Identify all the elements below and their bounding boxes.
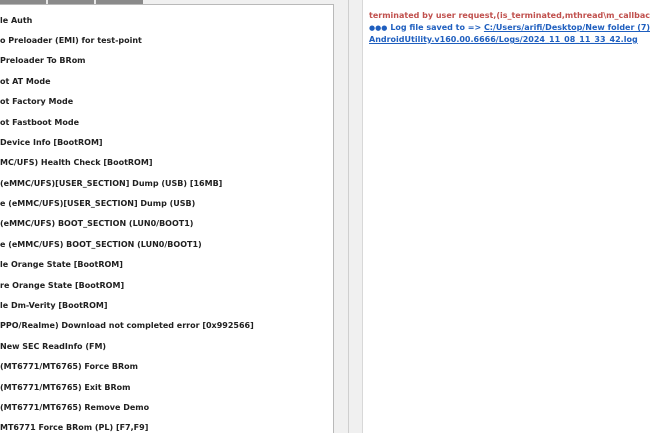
operation-item[interactable]: Device Info [BootROM]: [0, 135, 103, 151]
log-saved-label: Log file saved to =>: [390, 23, 484, 32]
operation-item[interactable]: le Dm-Verity [BootROM]: [0, 298, 108, 314]
log-output[interactable]: terminated by user request,(is_terminate…: [362, 0, 650, 433]
log-line-saved: ●●● Log file saved to => C:/Users/arifi/D…: [369, 22, 650, 34]
operation-item[interactable]: (MT6771/MT6765) Force BRom: [0, 359, 138, 375]
operation-item[interactable]: (eMMC/UFS)[USER_SECTION] Dump (USB) [16M…: [0, 176, 222, 192]
log-line-error: terminated by user request,(is_terminate…: [369, 11, 650, 20]
splitter-line: [348, 0, 349, 433]
operation-item[interactable]: (MT6771/MT6765) Remove Demo: [0, 400, 149, 416]
log-file-path-link[interactable]: C:/Users/arifi/Desktop/New folder (7)/: [484, 23, 650, 32]
operation-item[interactable]: ot Fastboot Mode: [0, 115, 79, 131]
operation-item[interactable]: le Orange State [BootROM]: [0, 257, 123, 273]
operation-item[interactable]: re Orange State [BootROM]: [0, 278, 124, 294]
operation-item[interactable]: Preloader To BRom: [0, 53, 86, 69]
operation-item[interactable]: (MT6771/MT6765) Exit BRom: [0, 380, 130, 396]
operation-item[interactable]: o Preloader (EMI) for test-point: [0, 33, 142, 49]
operation-item[interactable]: PPO/Realme) Download not completed error…: [0, 318, 254, 334]
bullet-icon: ●●●: [369, 24, 388, 32]
operation-item[interactable]: New SEC ReadInfo (FM): [0, 339, 106, 355]
operation-item[interactable]: (eMMC/UFS) BOOT_SECTION (LUN0/BOOT1): [0, 216, 193, 232]
operation-item[interactable]: ot AT Mode: [0, 74, 51, 90]
operation-item[interactable]: le Auth: [0, 13, 32, 29]
operation-item[interactable]: ot Factory Mode: [0, 94, 73, 110]
log-file-path-continued[interactable]: AndroidUtility.v160.00.6666/Logs/2024_11…: [369, 34, 638, 46]
operation-item[interactable]: MT6771 Force BRom (PL) [F7,F9]: [0, 420, 148, 433]
operation-item[interactable]: e (eMMC/UFS) BOOT_SECTION (LUN0/BOOT1): [0, 237, 202, 253]
operation-item[interactable]: MC/UFS) Health Check [BootROM]: [0, 155, 152, 171]
operations-list[interactable]: le Auth o Preloader (EMI) for test-point…: [0, 4, 334, 433]
operation-item[interactable]: e (eMMC/UFS)[USER_SECTION] Dump (USB): [0, 196, 195, 212]
